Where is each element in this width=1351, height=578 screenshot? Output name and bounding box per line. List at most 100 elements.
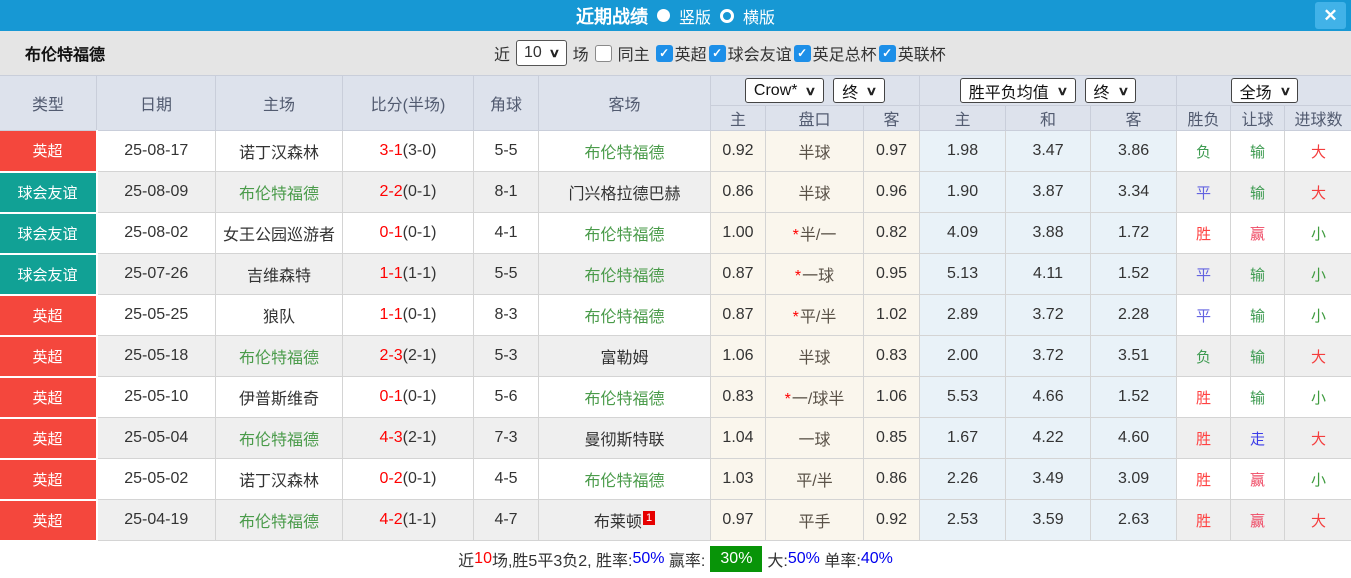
match-row: 英超 25-05-04 布伦特福德 4-3(2-1) 7-3 曼彻斯特联 1.04 一球 0.8… xyxy=(0,417,1351,460)
corner-count: 8-1 xyxy=(473,171,539,213)
league-type-badge: 英超 xyxy=(0,335,98,378)
chevron-down-icon: ∨ xyxy=(1056,83,1069,98)
home-team[interactable]: 狼队 xyxy=(215,294,343,336)
handicap-odds-home: 1.03 xyxy=(710,458,766,500)
mean-odds-draw: 4.66 xyxy=(1005,376,1092,418)
match-date: 25-05-18 xyxy=(96,335,216,377)
checkbox-icon[interactable]: ✓ xyxy=(793,44,811,62)
score[interactable]: 1-1(0-1) xyxy=(342,294,474,336)
home-team[interactable]: 诺丁汉森林 xyxy=(215,458,343,500)
result-goals: 小 xyxy=(1284,212,1351,254)
league-filter-1[interactable]: ✓ 球会友谊 xyxy=(708,41,792,65)
home-team[interactable]: 布伦特福德 xyxy=(215,417,343,459)
radio-vertical-layout-icon[interactable] xyxy=(656,9,670,22)
chevron-down-icon: ∨ xyxy=(548,46,561,60)
corner-count: 4-1 xyxy=(473,212,539,254)
recent-count-select[interactable]: 10 ∨ xyxy=(516,40,567,66)
league-filters: ✓ 英超 ✓ 球会友谊 ✓ 英足总杯 ✓ 英联杯 xyxy=(655,41,946,65)
away-team[interactable]: 布伦特福德 xyxy=(538,294,711,336)
handicap-line: 半球 xyxy=(765,130,864,172)
result-goals: 大 xyxy=(1284,417,1351,459)
mean-odds-draw: 3.47 xyxy=(1005,130,1092,172)
score[interactable]: 2-2(0-1) xyxy=(342,171,474,213)
mean-odds-home: 5.13 xyxy=(919,253,1007,295)
footer-stat: 10 xyxy=(474,549,492,567)
checkbox-icon[interactable]: ✓ xyxy=(878,44,896,62)
sub-header-handicap-result: 让球 xyxy=(1230,105,1286,131)
recent-label: 近 xyxy=(494,47,511,64)
score[interactable]: 3-1(3-0) xyxy=(342,130,474,172)
radio-horizontal-layout-icon[interactable] xyxy=(720,8,734,23)
odds-mean-state-select[interactable]: 终 ∨ xyxy=(1084,78,1137,103)
score[interactable]: 4-2(1-1) xyxy=(342,499,474,541)
mean-odds-away: 2.63 xyxy=(1090,499,1178,541)
home-team[interactable]: 布伦特福德 xyxy=(215,171,343,213)
score[interactable]: 1-1(1-1) xyxy=(342,253,474,295)
handicap-line: 平/半 xyxy=(765,458,864,500)
footer-stat: 单率: xyxy=(819,552,861,570)
mean-odds-home: 2.53 xyxy=(919,499,1007,541)
home-team[interactable]: 布伦特福德 xyxy=(215,335,343,377)
home-team[interactable]: 伊普斯维奇 xyxy=(215,376,343,418)
away-team[interactable]: 门兴格拉德巴赫 xyxy=(538,171,711,213)
handicap-odds-away: 0.82 xyxy=(862,212,921,254)
vertical-layout-option[interactable]: 竖版 xyxy=(679,4,711,28)
bookmaker-select[interactable]: Crow* ∨ xyxy=(744,78,825,103)
period-select-group: 全场 ∨ xyxy=(1176,75,1351,106)
league-filter-0[interactable]: ✓ 英超 xyxy=(655,41,707,65)
handicap-odds-home: 0.97 xyxy=(710,499,766,541)
sub-header-mean-away: 客 xyxy=(1090,105,1178,131)
score[interactable]: 0-1(0-1) xyxy=(342,212,474,254)
result-goals: 大 xyxy=(1284,335,1351,377)
handicap-odds-away: 0.97 xyxy=(862,130,921,172)
result-wdl: 平 xyxy=(1176,253,1232,295)
close-button[interactable]: ✕ xyxy=(1315,2,1346,29)
col-header-away: 客场 xyxy=(538,75,711,131)
result-wdl: 胜 xyxy=(1176,417,1232,459)
mean-odds-home: 2.00 xyxy=(919,335,1007,377)
score[interactable]: 2-3(2-1) xyxy=(342,335,474,377)
odds-mean-select[interactable]: 胜平负均值 ∨ xyxy=(959,78,1076,103)
away-team[interactable]: 布伦特福德 xyxy=(538,458,711,500)
away-team[interactable]: 布伦特福德 xyxy=(538,130,711,172)
corner-count: 7-3 xyxy=(473,417,539,459)
home-team[interactable]: 吉维森特 xyxy=(215,253,343,295)
corner-count: 5-3 xyxy=(473,335,539,377)
result-wdl: 胜 xyxy=(1176,212,1232,254)
league-filter-label: 英足总杯 xyxy=(812,47,877,64)
away-team[interactable]: 布伦特福德 xyxy=(538,376,711,418)
home-team[interactable]: 女王公园巡游者 xyxy=(215,212,343,254)
col-header-home: 主场 xyxy=(215,75,343,131)
footer-stat: 赢率: xyxy=(664,552,706,570)
mean-odds-draw: 4.11 xyxy=(1005,253,1092,295)
result-wdl: 胜 xyxy=(1176,499,1232,541)
mean-odds-away: 1.72 xyxy=(1090,212,1178,254)
result-handicap: 输 xyxy=(1230,335,1286,377)
home-team[interactable]: 诺丁汉森林 xyxy=(215,130,343,172)
period-select[interactable]: 全场 ∨ xyxy=(1230,78,1299,103)
league-filter-2[interactable]: ✓ 英足总杯 xyxy=(793,41,877,65)
away-team[interactable]: 布伦特福德 xyxy=(538,253,711,295)
score[interactable]: 0-1(0-1) xyxy=(342,376,474,418)
mean-odds-draw: 3.72 xyxy=(1005,294,1092,336)
away-team[interactable]: 富勒姆 xyxy=(538,335,711,377)
score[interactable]: 4-3(2-1) xyxy=(342,417,474,459)
handicap-odds-away: 0.85 xyxy=(862,417,921,459)
away-team[interactable]: 布伦特福德 xyxy=(538,212,711,254)
handicap-odds-away: 0.96 xyxy=(862,171,921,213)
league-type-badge: 球会友谊 xyxy=(0,212,98,255)
handicap-odds-home: 1.06 xyxy=(710,335,766,377)
same-home-checkbox[interactable] xyxy=(594,44,612,62)
result-handicap: 输 xyxy=(1230,253,1286,295)
away-team[interactable]: 布莱顿 1 xyxy=(538,499,711,541)
home-team[interactable]: 布伦特福德 xyxy=(215,499,343,541)
league-filter-3[interactable]: ✓ 英联杯 xyxy=(878,41,946,65)
result-handicap: 赢 xyxy=(1230,458,1286,500)
score[interactable]: 0-2(0-1) xyxy=(342,458,474,500)
bookmaker-odds-state-select[interactable]: 终 ∨ xyxy=(833,78,886,103)
checkbox-icon[interactable]: ✓ xyxy=(655,44,673,62)
handicap-odds-home: 0.92 xyxy=(710,130,766,172)
checkbox-icon[interactable]: ✓ xyxy=(708,44,726,62)
away-team[interactable]: 曼彻斯特联 xyxy=(538,417,711,459)
horizontal-layout-option[interactable]: 横版 xyxy=(743,4,775,28)
